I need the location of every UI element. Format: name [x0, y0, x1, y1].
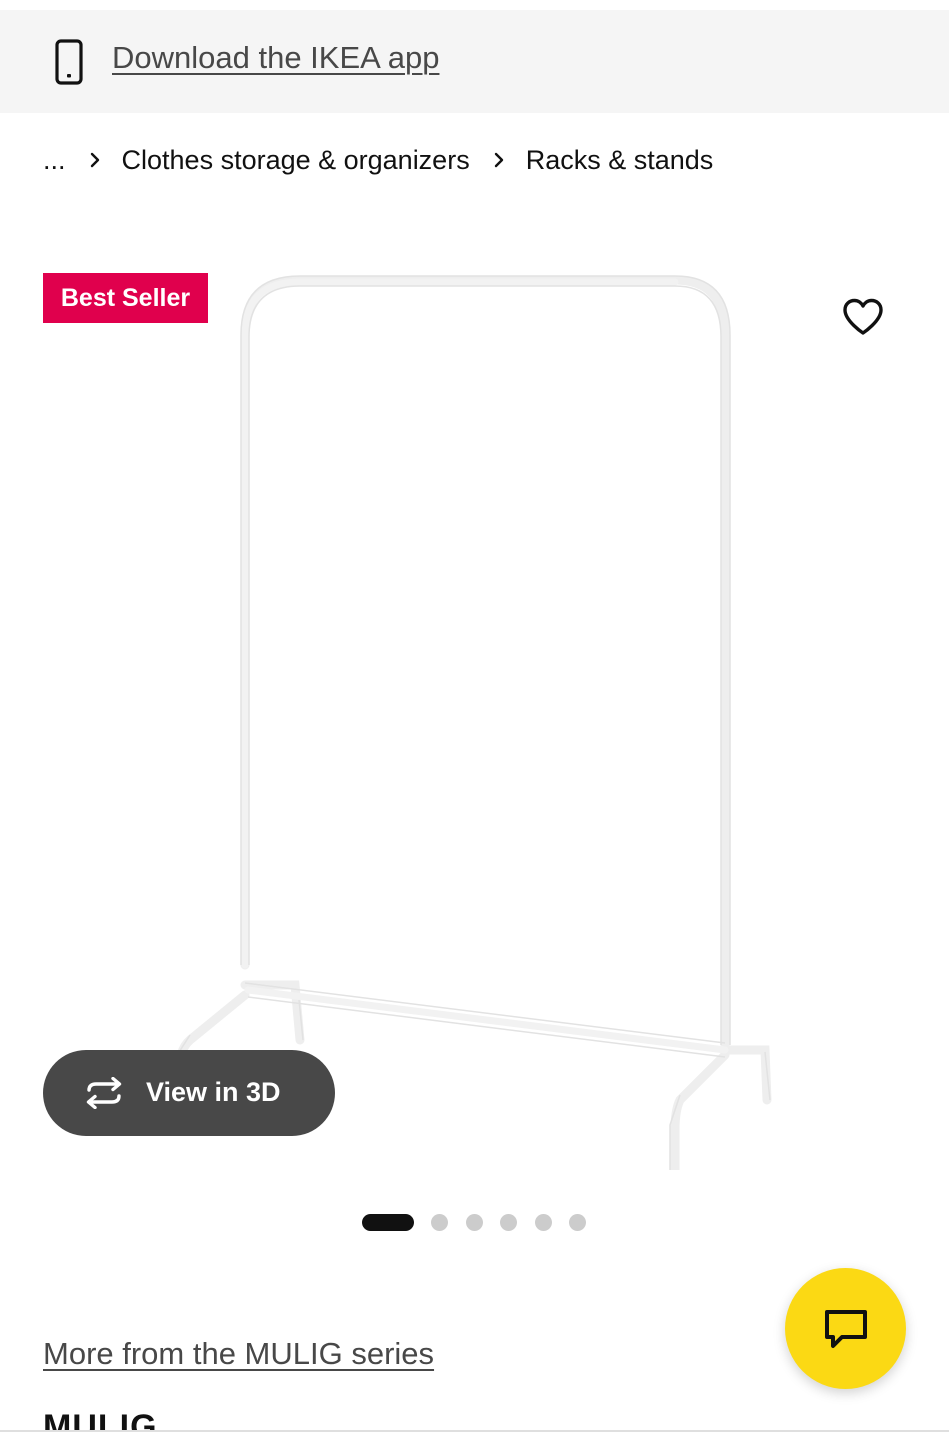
slide-dot-6[interactable] [569, 1213, 586, 1231]
series-link[interactable]: More from the MULIG series [43, 1336, 434, 1372]
download-app-link[interactable]: Download the IKEA app [112, 40, 439, 76]
breadcrumb-clothes-storage[interactable]: Clothes storage & organizers [122, 145, 470, 176]
chevron-right-icon [84, 149, 106, 171]
slide-dot-5[interactable] [534, 1213, 552, 1231]
view-in-3d-label: View in 3D [146, 1077, 281, 1107]
slide-dot-4[interactable] [500, 1213, 517, 1231]
view-in-3d-button[interactable]: View in 3D [43, 1050, 335, 1136]
phone-icon [55, 39, 83, 85]
best-seller-badge: Best Seller [43, 273, 208, 323]
rotate-3d-icon [86, 1077, 122, 1109]
breadcrumb: ... Clothes storage & organizers Racks &… [43, 140, 713, 180]
breadcrumb-ellipsis[interactable]: ... [43, 145, 66, 176]
product-gallery[interactable] [0, 215, 949, 1175]
product-name: MULIG [43, 1408, 158, 1430]
slide-dot-2[interactable] [431, 1213, 448, 1231]
clothes-rack-image [173, 275, 772, 1170]
slide-indicator [362, 1213, 604, 1231]
breadcrumb-racks-stands[interactable]: Racks & stands [526, 145, 714, 176]
chat-bubble-icon [824, 1309, 867, 1348]
app-download-banner: Download the IKEA app [0, 10, 949, 113]
slide-dot-1[interactable] [362, 1213, 414, 1231]
chevron-right-icon [488, 149, 510, 171]
heart-outline-icon [843, 298, 883, 335]
favorite-button[interactable] [836, 290, 890, 344]
divider [0, 1430, 949, 1432]
chat-button[interactable] [785, 1268, 906, 1389]
slide-dot-3[interactable] [465, 1213, 483, 1231]
